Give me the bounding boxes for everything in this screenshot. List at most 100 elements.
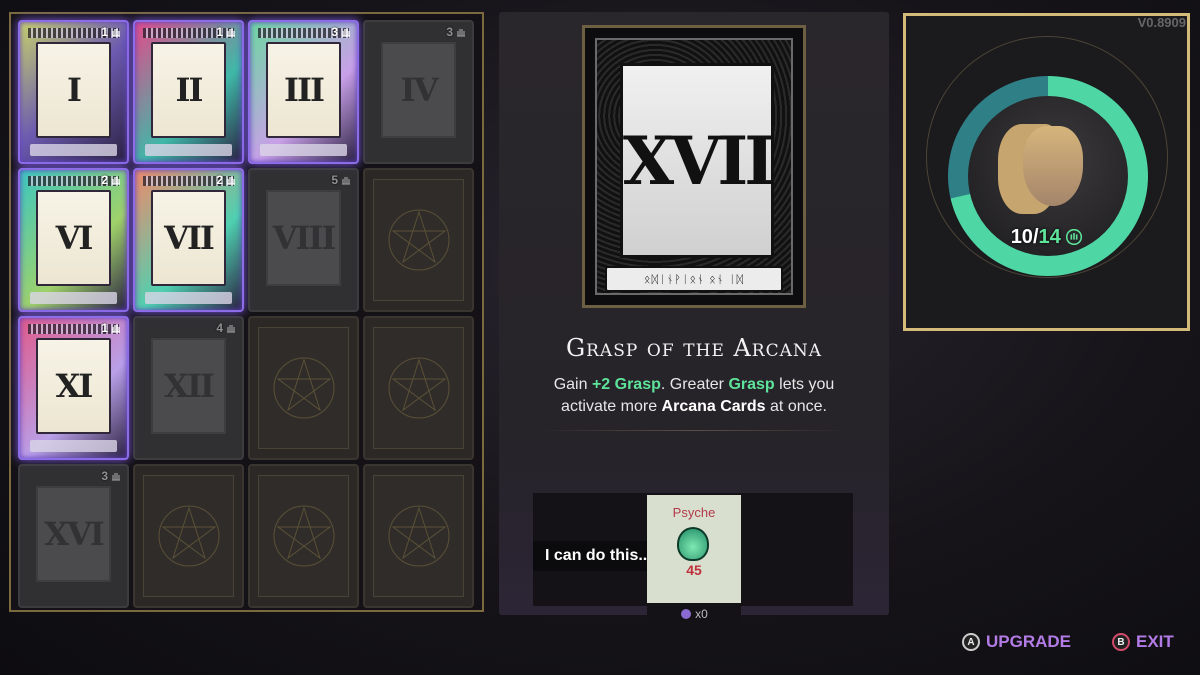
grasp-hand-icon	[342, 29, 350, 37]
desc-highlight-arcana-cards: Arcana Cards	[661, 398, 766, 415]
selected-card-numeral: XVII	[622, 121, 775, 200]
arcana-card-active[interactable]: I1	[18, 20, 129, 164]
b-button-icon: B	[1112, 633, 1130, 651]
card-cost-value: 1	[101, 321, 108, 335]
arcana-card-active[interactable]: III 3	[248, 20, 359, 164]
upgrade-label: UPGRADE	[986, 632, 1072, 651]
arcana-card-locked[interactable]: IV 3	[363, 20, 474, 164]
card-cost: 3	[101, 469, 122, 483]
card-cost-value: 1	[101, 25, 108, 39]
card-face: VIII	[266, 190, 341, 286]
grasp-hand-icon	[112, 29, 120, 37]
empty-card-slot[interactable]	[363, 316, 474, 460]
arcana-card-active[interactable]: VI 2	[18, 168, 129, 312]
card-cost: 2	[101, 173, 122, 187]
arcana-card-grid: I 1 II 1 III 3 IV 3 VI 2 VII 2 VIII 5 XI 1 XII 4 XVI 3	[9, 12, 484, 612]
card-face: III	[266, 42, 341, 138]
speech-bubble: I can do this...	[533, 541, 664, 571]
pentagram-icon	[158, 505, 219, 567]
desc-text: at once.	[765, 398, 827, 415]
grasp-hand-icon	[457, 29, 465, 37]
card-face: I	[36, 42, 111, 138]
grasp-hand-icon	[227, 325, 235, 333]
empty-slot-inner	[142, 474, 235, 598]
card-cost-value: 3	[331, 25, 338, 39]
empty-card-slot[interactable]	[363, 464, 474, 608]
grasp-hand-icon	[342, 177, 350, 185]
card-cost-value: 4	[216, 321, 223, 335]
moon-dust-icon	[681, 609, 692, 619]
empty-slot-inner	[372, 474, 465, 598]
pentagram-icon	[388, 505, 449, 567]
empty-card-slot[interactable]	[133, 464, 244, 608]
pentagram-icon	[273, 505, 334, 567]
grasp-hand-icon	[112, 177, 120, 185]
empty-slot-inner	[257, 474, 350, 598]
card-cost-value: 3	[446, 25, 453, 39]
card-numeral: VII	[164, 219, 215, 257]
grasp-hand-icon	[112, 473, 120, 481]
empty-card-slot[interactable]	[248, 316, 359, 460]
empty-card-slot[interactable]	[363, 168, 474, 312]
card-numeral: VI	[55, 219, 94, 257]
arcana-card-active[interactable]: II 1	[133, 20, 244, 164]
card-cost-value: 1	[216, 25, 223, 39]
card-cost: 4	[216, 321, 237, 335]
card-band-bottom	[260, 144, 347, 156]
arcana-card-active[interactable]: VII 2	[133, 168, 244, 312]
card-face: XI	[36, 338, 111, 434]
resource-count-value: x0	[695, 607, 708, 621]
card-cost-value: 3	[101, 469, 108, 483]
divider	[539, 430, 849, 431]
grasp-hand-icon	[227, 29, 235, 37]
card-band-bottom	[145, 292, 232, 304]
resource-count: x0	[647, 605, 741, 623]
dialog-box: I can do this... Psyche 45 x0	[533, 493, 853, 623]
card-band-bottom	[30, 144, 117, 156]
card-cost-value: 2	[101, 173, 108, 187]
character-portrait-panel: 10/14	[903, 13, 1190, 331]
a-button-icon: A	[962, 633, 980, 651]
card-face: XII	[151, 338, 226, 434]
empty-slot-inner	[372, 326, 465, 450]
pentagram-icon	[388, 209, 449, 271]
card-band-bottom	[30, 440, 117, 452]
card-numeral: III	[284, 71, 325, 109]
card-detail-panel: XVII ᛟᛞᛁᚾᚹᛁᛟᚾ ᛟᚾ ᛁᛞ Grasp of the Arcana …	[499, 12, 889, 623]
empty-slot-inner	[257, 326, 350, 450]
grasp-hand-icon	[227, 177, 235, 185]
card-numeral: I	[67, 71, 82, 109]
card-cost: 2	[216, 173, 237, 187]
arcana-card-locked[interactable]: XII 4	[133, 316, 244, 460]
grasp-hand-icon	[1066, 229, 1083, 245]
grasp-hand-icon	[112, 325, 120, 333]
arcana-card-active[interactable]: XI 1	[18, 316, 129, 460]
card-face: XVI	[36, 486, 111, 582]
upgrade-button[interactable]: A UPGRADE	[962, 632, 1071, 652]
card-face: VI	[36, 190, 111, 286]
card-numeral: II	[175, 71, 204, 109]
selected-card-face: XVII	[620, 63, 775, 258]
card-face: IV	[381, 42, 456, 138]
exit-label: EXIT	[1136, 632, 1174, 651]
selected-card-runes: ᛟᛞᛁᚾᚹᛁᛟᚾ ᛟᚾ ᛁᛞ	[605, 266, 783, 292]
desc-highlight-grasp-amount: +2 Grasp	[591, 376, 661, 393]
exit-button[interactable]: B EXIT	[1112, 632, 1174, 652]
card-title: Grasp of the Arcana	[565, 334, 823, 362]
character-face	[1023, 126, 1083, 206]
card-face: VII	[151, 190, 226, 286]
card-cost: 3	[446, 25, 467, 39]
empty-slot-inner	[372, 178, 465, 302]
card-band-bottom	[30, 292, 117, 304]
arcana-card-locked[interactable]: VIII 5	[248, 168, 359, 312]
resource-value: 45	[686, 562, 702, 578]
desc-text: Gain	[553, 376, 592, 393]
arcana-card-locked[interactable]: XVI 3	[18, 464, 129, 608]
selected-card-art: XVII ᛟᛞᛁᚾᚹᛁᛟᚾ ᛟᚾ ᛁᛞ	[582, 25, 806, 308]
card-cost-value: 2	[216, 173, 223, 187]
desc-highlight-grasp: Grasp	[728, 376, 775, 393]
card-numeral: VIII	[272, 219, 337, 257]
grasp-current: 10	[1010, 226, 1033, 248]
resource-name: Psyche	[672, 505, 716, 520]
empty-card-slot[interactable]	[248, 464, 359, 608]
